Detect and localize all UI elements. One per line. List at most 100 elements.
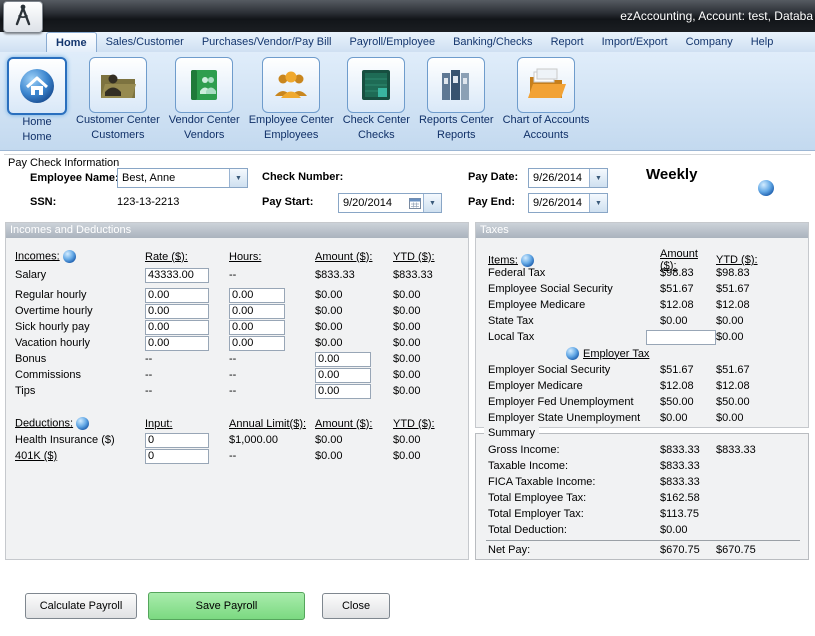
- save-payroll-button[interactable]: Save Payroll: [148, 592, 305, 620]
- pay-date-label: Pay Date:: [468, 171, 518, 183]
- amount-column-header: Amount ($):: [315, 418, 393, 430]
- vacation-hourly-hours-input[interactable]: [229, 336, 285, 351]
- chevron-down-icon[interactable]: ▼: [229, 169, 247, 187]
- toolbar-item-subtitle: Reports: [437, 128, 476, 143]
- income-row-vacation-hourly: Vacation hourly $0.00 $0.00: [6, 335, 468, 351]
- pay-start-datepicker[interactable]: 9/20/2014 ▼: [338, 193, 442, 213]
- regular-hourly-rate-input[interactable]: [145, 288, 209, 303]
- rate-column-header: Rate ($):: [145, 251, 229, 263]
- employer-tax-label: Employer Tax: [583, 348, 649, 360]
- toolbar-item-reports-center[interactable]: Reports Center Reports: [419, 57, 494, 143]
- pay-end-value: 9/26/2014: [533, 197, 582, 209]
- toolbar-item-check-center[interactable]: Check Center Checks: [343, 57, 410, 143]
- toolbar-item-title: Vendor Center: [169, 113, 240, 128]
- title-bar: ezAccounting, Account: test, Databa: [0, 0, 815, 32]
- incomes-column-header: Incomes:: [15, 250, 60, 262]
- calculate-payroll-button[interactable]: Calculate Payroll: [25, 593, 137, 619]
- check-number-label: Check Number:: [262, 171, 343, 183]
- tips-amount-input[interactable]: [315, 384, 371, 399]
- vacation-hourly-rate-input[interactable]: [145, 336, 209, 351]
- income-ytd: $0.00: [393, 289, 468, 301]
- toolbar-item-chart-of-accounts[interactable]: Chart of Accounts Accounts: [503, 57, 590, 143]
- income-amount: $0.00: [315, 337, 393, 349]
- tax-row-state: State Tax $0.00 $0.00: [476, 313, 808, 329]
- summary-label: Total Employee Tax:: [488, 492, 660, 504]
- toolbar-item-customer-center[interactable]: Customer Center Customers: [76, 57, 160, 143]
- 401k-input[interactable]: [145, 449, 209, 464]
- taxes-header-row: Items: Amount ($): YTD ($):: [476, 248, 808, 265]
- overtime-hourly-hours-input[interactable]: [229, 304, 285, 319]
- tab-banking-checks[interactable]: Banking/Checks: [444, 32, 542, 52]
- sick-hourly-rate-input[interactable]: [145, 320, 209, 335]
- deductions-help-icon[interactable]: [76, 417, 89, 430]
- taxes-help-icon[interactable]: [521, 254, 534, 267]
- incomes-help-icon[interactable]: [63, 250, 76, 263]
- employee-name-label: Employee Name:: [30, 172, 119, 184]
- income-ytd: $0.00: [393, 337, 468, 349]
- pay-start-value: 9/20/2014: [343, 197, 392, 209]
- ytd-column-header: YTD ($):: [393, 418, 468, 430]
- regular-hourly-hours-input[interactable]: [229, 288, 285, 303]
- tax-amount: $50.00: [660, 396, 716, 408]
- sick-hourly-hours-input[interactable]: [229, 320, 285, 335]
- income-label: Overtime hourly: [15, 305, 145, 317]
- tab-purchases-vendor-pay-bill[interactable]: Purchases/Vendor/Pay Bill: [193, 32, 341, 52]
- income-amount: $833.33: [315, 269, 393, 281]
- summary-label: Net Pay:: [488, 544, 660, 556]
- tax-label: State Tax: [488, 315, 660, 327]
- income-row-salary: Salary -- $833.33 $833.33: [6, 267, 468, 283]
- tax-amount: $12.08: [660, 299, 716, 311]
- pay-end-select[interactable]: 9/26/2014 ▼: [528, 193, 608, 213]
- income-rate: --: [145, 385, 229, 397]
- chevron-down-icon[interactable]: ▼: [423, 194, 441, 212]
- ytd-column-header: YTD ($):: [393, 251, 468, 263]
- toolbar-item-employee-center[interactable]: Employee Center Employees: [249, 57, 334, 143]
- tax-label: Employer State Unemployment: [488, 412, 660, 424]
- chevron-down-icon[interactable]: ▼: [589, 169, 607, 187]
- tab-import-export[interactable]: Import/Export: [593, 32, 677, 52]
- toolbar-item-title: Check Center: [343, 113, 410, 128]
- toolbar-item-subtitle: Customers: [91, 128, 144, 143]
- tab-payroll-employee[interactable]: Payroll/Employee: [340, 32, 444, 52]
- toolbar-item-title: Chart of Accounts: [503, 113, 590, 128]
- chevron-down-icon[interactable]: ▼: [589, 194, 607, 212]
- toolbar-item-vendor-center[interactable]: Vendor Center Vendors: [169, 57, 240, 143]
- income-row-bonus: Bonus -- -- $0.00: [6, 351, 468, 367]
- toolbar-item-home[interactable]: Home Home: [7, 57, 67, 145]
- incomes-deductions-panel-header: Incomes and Deductions: [6, 223, 468, 238]
- amount-column-header: Amount ($):: [315, 251, 393, 263]
- customer-center-icon: [89, 57, 147, 113]
- tab-home[interactable]: Home: [46, 32, 97, 52]
- income-ytd: $0.00: [393, 385, 468, 397]
- toolbar-item-subtitle: Home: [22, 130, 51, 145]
- toolbar-item-title: Customer Center: [76, 113, 160, 128]
- help-globe-icon[interactable]: [758, 180, 774, 196]
- taxes-panel: Taxes Items: Amount ($): YTD ($): Federa…: [475, 222, 809, 428]
- income-rate: --: [145, 369, 229, 381]
- toolbar-item-subtitle: Checks: [358, 128, 395, 143]
- tax-row-employer-medicare: Employer Medicare $12.08 $12.08: [476, 378, 808, 394]
- salary-rate-input[interactable]: [145, 268, 209, 283]
- bonus-amount-input[interactable]: [315, 352, 371, 367]
- commissions-amount-input[interactable]: [315, 368, 371, 383]
- close-button[interactable]: Close: [322, 593, 390, 619]
- tab-help[interactable]: Help: [742, 32, 783, 52]
- income-row-overtime-hourly: Overtime hourly $0.00 $0.00: [6, 303, 468, 319]
- health-insurance-input[interactable]: [145, 433, 209, 448]
- tab-report[interactable]: Report: [542, 32, 593, 52]
- overtime-hourly-rate-input[interactable]: [145, 304, 209, 319]
- tab-company[interactable]: Company: [677, 32, 742, 52]
- app-menu-button[interactable]: [3, 1, 43, 33]
- local-tax-input[interactable]: [646, 330, 716, 345]
- tax-ytd: $0.00: [716, 315, 808, 327]
- summary-amount: $113.75: [660, 508, 716, 520]
- tab-sales-customer[interactable]: Sales/Customer: [97, 32, 193, 52]
- toolbar-item-subtitle: Accounts: [523, 128, 568, 143]
- summary-title: Summary: [484, 427, 539, 439]
- employee-name-select[interactable]: Best, Anne ▼: [117, 168, 248, 188]
- tax-row-employer-social-security: Employer Social Security $51.67 $51.67: [476, 362, 808, 378]
- deduction-limit: --: [229, 450, 315, 462]
- employer-tax-help-icon[interactable]: [566, 347, 579, 360]
- pay-date-select[interactable]: 9/26/2014 ▼: [528, 168, 608, 188]
- income-row-regular-hourly: Regular hourly $0.00 $0.00: [6, 287, 468, 303]
